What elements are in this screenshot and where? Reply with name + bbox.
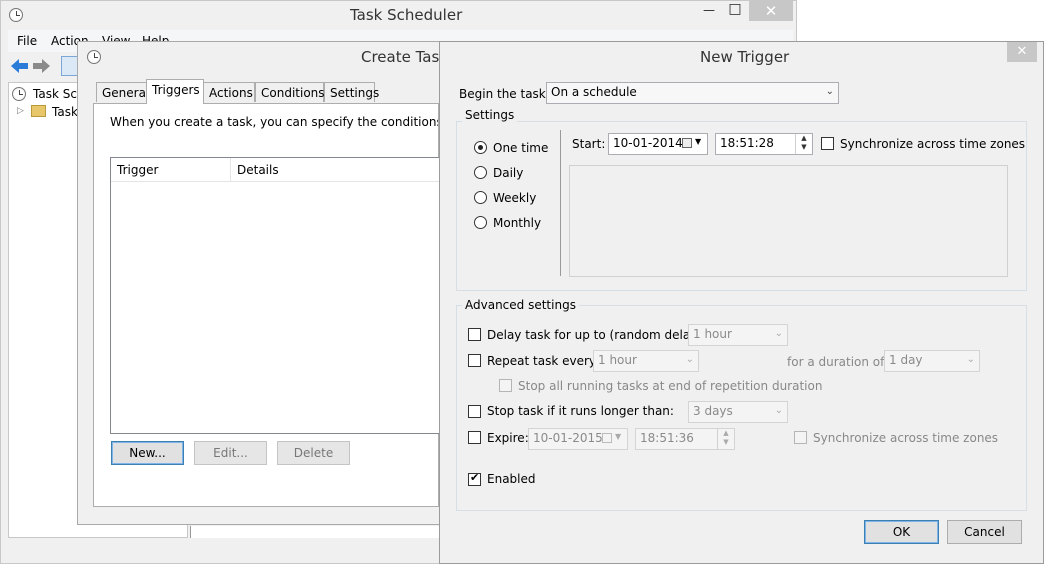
chevron-down-icon: ⌄ xyxy=(774,405,783,416)
calendar-dropdown-icon[interactable]: ▼ xyxy=(615,432,621,441)
column-details[interactable]: Details xyxy=(237,163,279,177)
radio-one-time[interactable] xyxy=(474,141,487,154)
repeat-checkbox[interactable] xyxy=(468,354,481,367)
enabled-label[interactable]: Enabled xyxy=(487,472,536,486)
new-trigger-close-button[interactable]: ✕ xyxy=(1007,42,1037,62)
start-time-spin-icon[interactable]: ▲ ▼ xyxy=(795,134,812,154)
expire-time-spin-icon[interactable]: ▲ ▼ xyxy=(717,429,734,449)
scheduler-close-button[interactable]: ✕ xyxy=(749,1,793,21)
sync-time-zones-checkbox[interactable] xyxy=(821,137,834,150)
duration-label: for a duration of: xyxy=(787,355,888,369)
tab-general[interactable]: General xyxy=(96,82,149,102)
new-trigger-button[interactable]: New... xyxy=(111,441,184,465)
start-time-spinner[interactable]: 18:51:28 ▲ ▼ xyxy=(715,133,813,155)
folder-icon xyxy=(31,105,46,117)
advanced-settings-label: Advanced settings xyxy=(462,298,579,312)
tab-triggers[interactable]: Triggers xyxy=(146,79,204,104)
expire-time-value: 18:51:36 xyxy=(640,431,694,445)
recurrence-panel xyxy=(569,165,1008,277)
tab-settings[interactable]: Settings xyxy=(324,82,379,102)
edit-trigger-button[interactable]: Edit... xyxy=(194,441,267,465)
delay-select[interactable]: 1 hour ⌄ xyxy=(688,324,788,346)
duration-select[interactable]: 1 day ⌄ xyxy=(884,350,980,372)
ok-button[interactable]: OK xyxy=(864,520,939,544)
tree-expand-icon[interactable]: ▷ xyxy=(17,106,24,116)
tab-conditions[interactable]: Conditions xyxy=(255,82,325,102)
stop-if-longer-value: 3 days xyxy=(693,404,733,418)
expire-checkbox[interactable] xyxy=(468,431,481,444)
triggers-intro-text: When you create a task, you can specify … xyxy=(110,115,438,129)
status-strip xyxy=(190,526,441,538)
chevron-down-icon: ⌄ xyxy=(774,328,783,339)
minimize-icon[interactable]: — xyxy=(696,3,722,17)
enabled-checkbox[interactable] xyxy=(468,471,481,486)
delay-label[interactable]: Delay task for up to (random delay): xyxy=(487,328,706,342)
stop-if-longer-select[interactable]: 3 days ⌄ xyxy=(688,401,788,423)
repeat-label[interactable]: Repeat task every: xyxy=(487,354,599,368)
settings-divider xyxy=(560,130,561,276)
stop-all-label[interactable]: Stop all running tasks at end of repetit… xyxy=(518,379,822,393)
scheduler-clock-icon xyxy=(9,8,23,22)
calendar-dropdown-icon[interactable]: ▼ xyxy=(695,137,701,146)
calendar-icon[interactable] xyxy=(682,138,692,148)
radio-monthly[interactable] xyxy=(474,216,487,229)
scheduler-title: Task Scheduler xyxy=(350,6,463,24)
repeat-value: 1 hour xyxy=(598,353,637,367)
tab-actions[interactable]: Actions xyxy=(203,82,255,102)
tree-item-library[interactable]: Task xyxy=(52,105,78,119)
expire-sync-checkbox[interactable] xyxy=(794,431,807,444)
begin-task-value: On a schedule xyxy=(551,85,637,99)
delay-value: 1 hour xyxy=(693,327,732,341)
stop-all-checkbox[interactable] xyxy=(499,379,512,392)
radio-daily-label[interactable]: Daily xyxy=(493,166,523,180)
create-task-title: Create Task xyxy=(361,48,448,66)
new-trigger-title: New Trigger xyxy=(700,48,790,66)
column-trigger[interactable]: Trigger xyxy=(117,163,158,177)
calendar-icon[interactable] xyxy=(602,433,612,443)
duration-value: 1 day xyxy=(889,353,923,367)
repeat-select[interactable]: 1 hour ⌄ xyxy=(593,350,699,372)
begin-task-select[interactable]: On a schedule ⌄ xyxy=(546,82,839,104)
chevron-down-icon: ⌄ xyxy=(685,354,694,365)
delete-trigger-button[interactable]: Delete xyxy=(277,441,350,465)
stop-if-longer-checkbox[interactable] xyxy=(468,405,481,418)
radio-monthly-label[interactable]: Monthly xyxy=(493,216,541,230)
expire-date-picker[interactable]: 10-01-2015 ▼ xyxy=(528,428,628,450)
radio-daily[interactable] xyxy=(474,166,487,179)
delay-checkbox[interactable] xyxy=(468,328,481,341)
begin-task-label: Begin the task: xyxy=(459,87,550,101)
radio-one-time-label[interactable]: One time xyxy=(493,141,548,155)
cancel-button[interactable]: Cancel xyxy=(947,520,1022,544)
maximize-icon[interactable]: □ xyxy=(722,1,748,17)
create-task-clock-icon xyxy=(87,50,101,64)
stop-if-longer-label[interactable]: Stop task if it runs longer than: xyxy=(487,404,674,418)
start-date-picker[interactable]: 10-01-2014 ▼ xyxy=(608,133,708,155)
start-time-value: 18:51:28 xyxy=(720,136,774,150)
back-arrow-icon[interactable] xyxy=(11,58,29,74)
radio-weekly[interactable] xyxy=(474,191,487,204)
expire-sync-label[interactable]: Synchronize across time zones xyxy=(813,431,998,445)
sync-time-zones-label[interactable]: Synchronize across time zones xyxy=(840,137,1025,151)
menu-file[interactable]: File xyxy=(17,34,37,48)
forward-arrow-icon[interactable] xyxy=(33,58,51,74)
chevron-down-icon: ⌄ xyxy=(825,86,834,97)
tree-clock-icon xyxy=(12,87,26,101)
start-date-value: 10-01-2014 xyxy=(613,136,683,150)
settings-group-label: Settings xyxy=(462,108,518,122)
triggers-list[interactable] xyxy=(110,157,440,434)
chevron-down-icon: ⌄ xyxy=(966,354,975,365)
expire-date-value: 10-01-2015 xyxy=(533,431,603,445)
expire-label[interactable]: Expire: xyxy=(487,431,529,445)
radio-weekly-label[interactable]: Weekly xyxy=(493,191,536,205)
start-label: Start: xyxy=(572,137,606,151)
expire-time-spinner[interactable]: 18:51:36 ▲ ▼ xyxy=(635,428,735,450)
column-divider xyxy=(230,158,231,181)
